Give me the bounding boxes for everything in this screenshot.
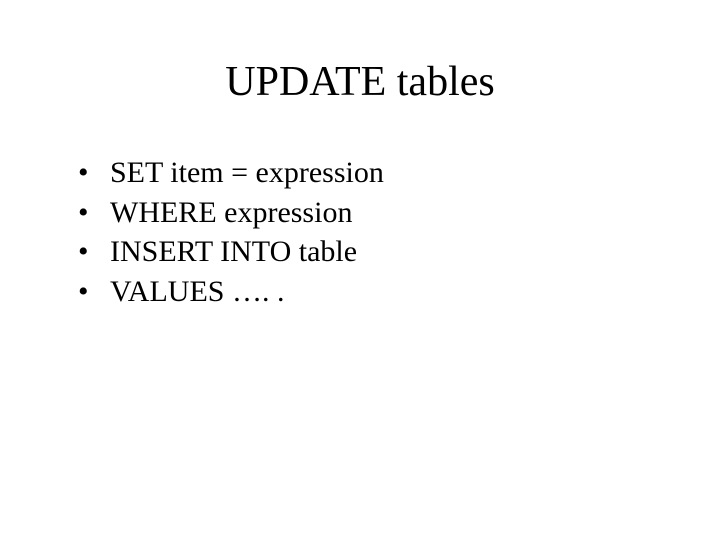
list-item: • INSERT INTO table <box>78 233 720 271</box>
list-item: • WHERE expression <box>78 194 720 232</box>
bullet-text: VALUES …. . <box>110 275 284 308</box>
list-item: • VALUES …. . <box>78 273 720 311</box>
bullet-icon: • <box>78 233 89 271</box>
slide-title: UPDATE tables <box>0 58 720 106</box>
bullet-text: INSERT INTO table <box>110 235 357 268</box>
list-item: • SET item = expression <box>78 154 720 192</box>
bullet-icon: • <box>78 273 89 311</box>
bullet-list: • SET item = expression • WHERE expressi… <box>0 154 720 310</box>
bullet-text: SET item = expression <box>110 156 384 189</box>
slide: UPDATE tables • SET item = expression • … <box>0 0 720 540</box>
bullet-icon: • <box>78 194 89 232</box>
bullet-icon: • <box>78 154 89 192</box>
bullet-text: WHERE expression <box>110 196 352 229</box>
